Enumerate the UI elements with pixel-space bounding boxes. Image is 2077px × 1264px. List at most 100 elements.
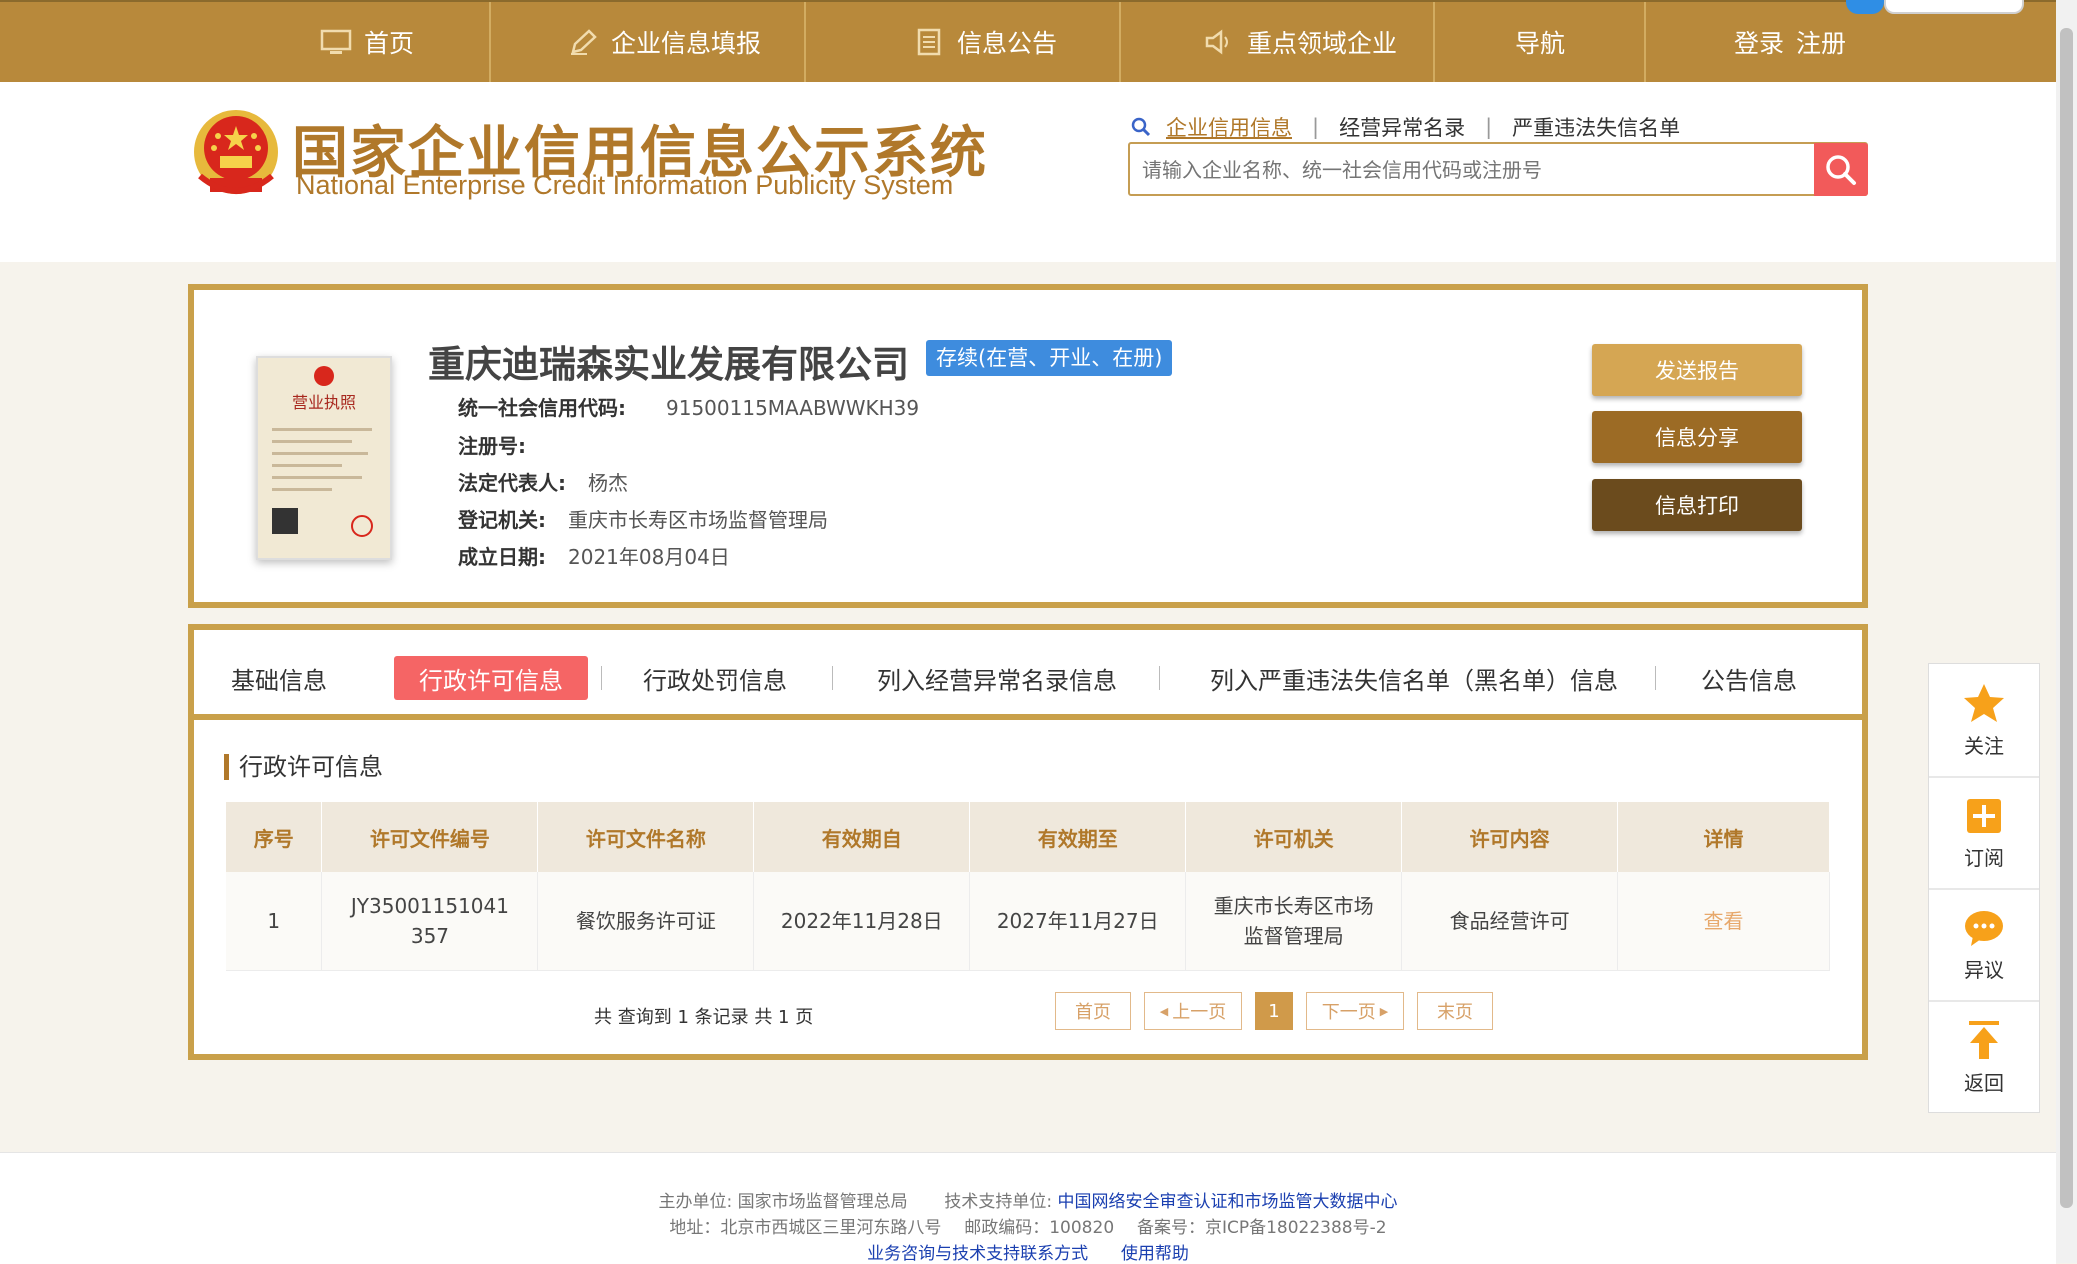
search-tab-divider: |	[1485, 115, 1493, 139]
pager-last-button[interactable]: 末页	[1417, 992, 1493, 1030]
cell-license-number: JY35001151041357	[321, 872, 539, 971]
auth-links: 登录 注册	[1720, 2, 1860, 82]
footer-postcode: 邮政编码：100820	[964, 1218, 1115, 1238]
business-license-icon: 营业执照	[272, 366, 373, 537]
cell-index: 1	[226, 872, 323, 971]
national-emblem-icon	[194, 110, 278, 194]
tab-blacklist[interactable]: 列入严重违法失信名单（黑名单）信息	[1204, 656, 1624, 700]
info-credit-code: 统一社会信用代码: 91500115MAABWWKH39	[458, 392, 919, 421]
nav-home-label: 首页	[363, 29, 414, 58]
tab-divider	[1159, 666, 1160, 690]
footer-help-link[interactable]: 使用帮助	[1121, 1244, 1189, 1264]
plus-box-icon	[1967, 798, 2001, 833]
footer-line-1: 主办单位: 国家市场监督管理总局 技术支持单位: 中国网络安全审查认证和市场监管…	[0, 1187, 2056, 1212]
footer-address: 地址：北京市西城区三里河东路八号	[669, 1218, 942, 1238]
search-box	[1128, 142, 1868, 196]
chevron-right-icon: ▶	[1379, 1004, 1389, 1018]
info-registration-authority: 登记机关: 重庆市长寿区市场监督管理局	[458, 504, 828, 533]
col-content: 许可内容	[1401, 802, 1619, 872]
info-label: 统一社会信用代码:	[458, 396, 626, 420]
col-license-name: 许可文件名称	[537, 802, 755, 872]
col-index: 序号	[226, 802, 323, 872]
tab-basic-info[interactable]: 基础信息	[224, 656, 334, 700]
back-to-top-button[interactable]: 返回	[1929, 1002, 2039, 1112]
cell-valid-from: 2022年11月28日	[753, 872, 971, 971]
scrollbar-thumb[interactable]	[2060, 28, 2073, 1208]
floating-action-panel: 关注 订阅 异议 返回	[1928, 663, 2040, 1113]
follow-button[interactable]: 关注	[1929, 665, 2039, 775]
objection-button[interactable]: 异议	[1929, 890, 2039, 1000]
footer-tech-label: 技术支持单位:	[944, 1192, 1053, 1212]
search-tabs: 企业信用信息 | 经营异常名录 | 严重违法失信名单	[1130, 112, 1680, 142]
footer-line-2: 地址：北京市西城区三里河东路八号 邮政编码：100820 备案号：京ICP备18…	[0, 1213, 2056, 1238]
follow-label: 关注	[1964, 733, 2004, 758]
info-established-date: 成立日期: 2021年08月04日	[458, 541, 730, 570]
nav-announcements[interactable]: 信息公告	[880, 2, 1090, 82]
cell-valid-to: 2027年11月27日	[969, 872, 1187, 971]
tab-divider	[1655, 666, 1656, 690]
send-report-button[interactable]: 发送报告	[1592, 344, 1802, 396]
nav-divider	[1644, 2, 1646, 82]
tab-admin-penalty[interactable]: 行政处罚信息	[634, 656, 796, 700]
pager-next-button[interactable]: 下一页 ▶	[1306, 992, 1404, 1030]
floating-widget-bar	[1884, 0, 2024, 14]
tab-underline	[194, 714, 1862, 720]
info-value: 重庆市长寿区市场监督管理局	[568, 508, 828, 532]
pen-icon	[570, 29, 597, 55]
footer-icp[interactable]: 备案号：京ICP备18022388号-2	[1137, 1218, 1387, 1238]
search-tab-blacklist[interactable]: 严重违法失信名单	[1512, 112, 1680, 142]
footer-line-3: 业务咨询与技术支持联系方式 使用帮助	[0, 1239, 2056, 1264]
col-details: 详情	[1617, 802, 1830, 872]
info-label: 成立日期:	[458, 545, 546, 569]
nav-divider	[1119, 2, 1121, 82]
footer-contact-link[interactable]: 业务咨询与技术支持联系方式	[867, 1244, 1088, 1264]
tab-bar: 基础信息 行政许可信息 行政处罚信息 列入经营异常名录信息 列入严重违法失信名单…	[194, 636, 1862, 712]
nav-enterprise-report[interactable]: 企业信息填报	[549, 2, 779, 82]
subscribe-button[interactable]: 订阅	[1929, 778, 2039, 888]
cell-license-name: 餐饮服务许可证	[537, 872, 755, 971]
document-icon	[917, 28, 941, 56]
cell-authority-text: 重庆市长寿区市场监督管理局	[1213, 894, 1374, 948]
nav-announcements-label: 信息公告	[956, 29, 1057, 58]
search-tab-credit[interactable]: 企业信用信息	[1166, 112, 1292, 142]
chat-bubble-icon	[1965, 910, 2003, 946]
cell-content: 食品经营许可	[1401, 872, 1619, 971]
nav-guide-label: 导航	[1514, 29, 1565, 58]
tab-abnormal-list[interactable]: 列入经营异常名录信息	[874, 656, 1120, 700]
info-value: 2021年08月04日	[568, 545, 730, 569]
nav-home[interactable]: 首页	[262, 2, 472, 82]
search-button[interactable]	[1814, 143, 1868, 196]
nav-guide[interactable]: 导航	[1480, 2, 1600, 82]
section-title: 行政许可信息	[224, 754, 383, 780]
tab-admin-license[interactable]: 行政许可信息	[394, 656, 588, 700]
info-label: 法定代表人:	[458, 471, 566, 495]
view-details-link[interactable]: 查看	[1617, 872, 1830, 971]
pager-prev-button[interactable]: ◀ 上一页	[1144, 992, 1242, 1030]
business-license-image[interactable]: 营业执照	[256, 356, 392, 560]
status-badge: 存续(在营、开业、在册)	[926, 340, 1173, 376]
search-input[interactable]	[1140, 152, 1824, 188]
register-link[interactable]: 注册	[1796, 24, 1846, 60]
login-link[interactable]: 登录	[1734, 24, 1784, 60]
footer-sponsor: 国家市场监督管理总局	[737, 1192, 908, 1212]
footer-tech-link[interactable]: 中国网络安全审查认证和市场监管大数据中心	[1058, 1192, 1398, 1212]
info-label: 登记机关:	[458, 508, 546, 532]
floating-widget-tab[interactable]	[1846, 0, 1884, 14]
share-info-button[interactable]: 信息分享	[1592, 411, 1802, 463]
site-subtitle: National Enterprise Credit Information P…	[296, 170, 954, 200]
cell-authority: 重庆市长寿区市场监督管理局	[1185, 872, 1403, 971]
pager-first-button[interactable]: 首页	[1055, 992, 1131, 1030]
search-tab-abnormal[interactable]: 经营异常名录	[1339, 112, 1465, 142]
tab-announcements[interactable]: 公告信息	[1694, 656, 1804, 700]
nav-key-enterprises-label: 重点领域企业	[1246, 29, 1397, 58]
permit-table: 序号 许可文件编号 许可文件名称 有效期自 有效期至 许可机关 许可内容 详情 …	[226, 802, 1830, 971]
pager-current-page[interactable]: 1	[1255, 992, 1293, 1030]
chevron-left-icon: ◀	[1159, 1004, 1169, 1018]
footer-sponsor-label: 主办单位:	[658, 1192, 733, 1212]
speaker-icon	[1205, 29, 1228, 55]
info-value: 杨杰	[588, 471, 628, 495]
tab-divider	[832, 666, 833, 690]
print-info-button[interactable]: 信息打印	[1592, 479, 1802, 531]
tab-divider	[601, 666, 602, 690]
nav-key-enterprises[interactable]: 重点领域企业	[1180, 2, 1420, 82]
